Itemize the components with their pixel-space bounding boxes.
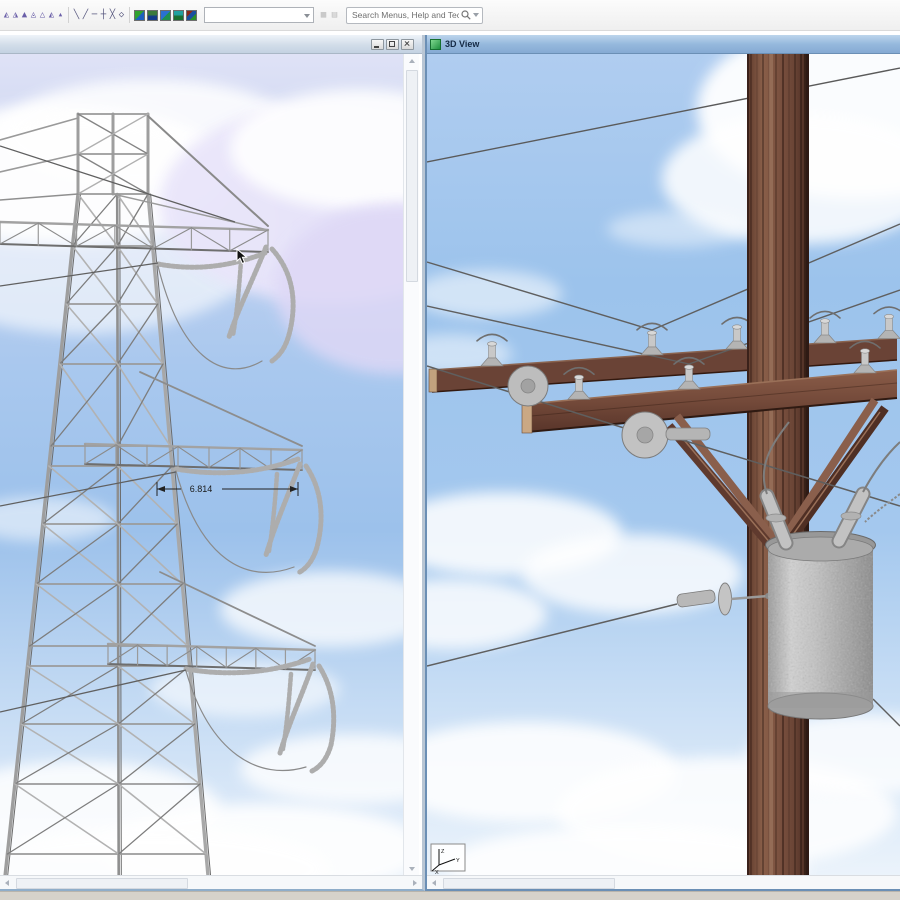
toolbar-group-views — [133, 9, 198, 21]
close-button[interactable] — [401, 38, 414, 50]
toolbar-combobox[interactable] — [204, 7, 314, 23]
application-window: ◭ ◮ ▲ ◬ △ ◭ ▴ ╲ ╱ ─ ┼ ╳ ◇ ▦ ▤ Search Men… — [0, 0, 900, 900]
line-tool-icon-3[interactable]: ─ — [90, 8, 99, 23]
transformer — [765, 531, 876, 720]
left-horizontal-scrollbar[interactable] — [0, 875, 422, 889]
3d-view-window: 3D View Z Y X — [425, 35, 900, 891]
structure-tool-icon-4[interactable]: ◬ — [29, 8, 38, 23]
wood-pole — [747, 54, 809, 876]
minimize-button[interactable] — [371, 38, 384, 50]
right-horizontal-scrollbar[interactable] — [427, 875, 900, 889]
minimize-icon — [374, 45, 379, 48]
line-tool-icon-6[interactable]: ◇ — [117, 8, 126, 23]
toolbar-group-line-tools: ╲ ╱ ─ ┼ ╳ ◇ — [72, 8, 126, 23]
line-tool-icon-1[interactable]: ╲ — [72, 8, 81, 23]
left-window-controls — [371, 38, 414, 50]
scroll-thumb[interactable] — [406, 70, 418, 282]
dimension-label: 6.814 — [190, 484, 213, 494]
scroll-thumb[interactable] — [16, 878, 188, 889]
toolbar-group-disabled: ▦ ▤ — [318, 8, 340, 23]
line-tool-icon-2[interactable]: ╱ — [81, 8, 90, 23]
structure-tool-icon-7[interactable]: ▴ — [56, 8, 65, 23]
axis-y-label: Y — [456, 858, 460, 864]
restore-icon — [389, 40, 395, 47]
scroll-down-button[interactable] — [404, 862, 419, 876]
view-icon-2[interactable] — [147, 9, 158, 21]
scroll-thumb[interactable] — [443, 878, 615, 889]
structure-tool-icon-5[interactable]: △ — [38, 8, 47, 23]
restore-button[interactable] — [386, 38, 399, 50]
line-tool-icon-4[interactable]: ┼ — [99, 8, 108, 23]
search-input[interactable] — [350, 9, 461, 21]
left-view-window: 6.814 — [0, 35, 425, 891]
view-icon-1[interactable] — [134, 9, 145, 21]
axes-widget: Z Y X — [430, 843, 466, 876]
scroll-up-button[interactable] — [404, 54, 419, 68]
view-icon-5[interactable] — [186, 9, 197, 21]
structure-tool-icon-1[interactable]: ◭ — [2, 8, 11, 23]
structure-tool-icon-3[interactable]: ▲ — [20, 8, 29, 23]
toolbar-group-structures: ◭ ◮ ▲ ◬ △ ◭ ▴ — [2, 8, 65, 23]
right-3d-viewport[interactable]: Z Y X — [427, 54, 900, 876]
structure-tool-icon-2[interactable]: ◮ — [11, 8, 20, 23]
scroll-left-button[interactable] — [0, 876, 14, 889]
disabled-tool-icon-2: ▤ — [331, 9, 338, 20]
main-toolbar: ◭ ◮ ▲ ◬ △ ◭ ▴ ╲ ╱ ─ ┼ ╳ ◇ ▦ ▤ Search Men… — [0, 0, 900, 31]
left-vertical-scrollbar[interactable] — [403, 54, 419, 876]
line-tool-icon-5[interactable]: ╳ — [108, 8, 117, 23]
structure-tool-icon-6[interactable]: ◭ — [47, 8, 56, 23]
disabled-tool-icon-1: ▦ — [320, 9, 327, 20]
search-icon[interactable] — [461, 10, 471, 20]
right-window-title: 3D View — [445, 39, 480, 49]
status-bar — [0, 891, 900, 900]
toolbar-separator — [129, 7, 130, 23]
3d-view-window-icon — [430, 38, 441, 50]
toolbar-separator — [68, 7, 69, 23]
left-3d-viewport[interactable]: 6.814 — [0, 54, 407, 876]
search-box — [346, 6, 483, 24]
view-icon-3[interactable] — [160, 9, 171, 21]
scroll-left-button[interactable] — [427, 876, 441, 889]
view-icon-4[interactable] — [173, 9, 184, 21]
search-dropdown-chevron[interactable] — [473, 13, 479, 17]
scroll-right-button[interactable] — [408, 876, 422, 889]
right-window-titlebar[interactable]: 3D View — [427, 35, 900, 54]
chevron-down-icon[interactable] — [304, 14, 310, 18]
left-window-titlebar[interactable] — [0, 35, 422, 54]
